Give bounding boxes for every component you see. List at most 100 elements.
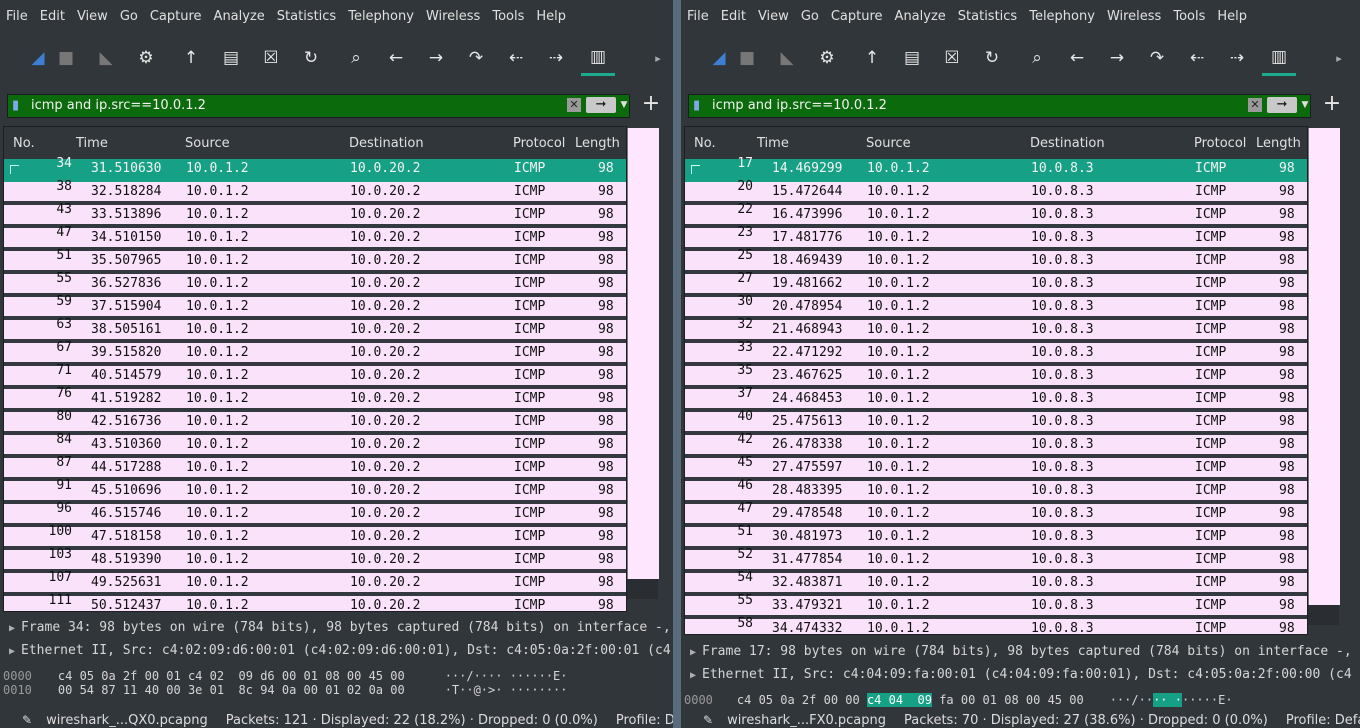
packet-row[interactable]: 84 43.510360 10.0.1.2 10.0.20.2 ICMP 98	[4, 432, 626, 458]
packet-row[interactable]: 47 34.510150 10.0.1.2 10.0.20.2 ICMP 98	[4, 225, 626, 251]
save-file-icon[interactable]: ▤	[895, 41, 929, 75]
options-gear-icon[interactable]: ⚙	[810, 41, 844, 75]
expand-arrow-icon[interactable]: ▶	[690, 647, 696, 658]
menu-capture[interactable]: Capture	[829, 9, 893, 24]
packet-row[interactable]: 33 22.471292 10.0.1.2 10.0.8.3 ICMP 98	[685, 340, 1307, 366]
column-header-length[interactable]: Length	[1256, 136, 1301, 151]
options-gear-icon[interactable]: ⚙	[129, 41, 163, 75]
find-icon[interactable]: ⌕	[1020, 41, 1054, 75]
find-icon[interactable]: ⌕	[339, 41, 373, 75]
packet-row[interactable]: 37 24.468453 10.0.1.2 10.0.8.3 ICMP 98	[685, 386, 1307, 412]
packet-row[interactable]: 103 48.519390 10.0.1.2 10.0.20.2 ICMP 98	[4, 547, 626, 573]
menu-wireless[interactable]: Wireless	[424, 9, 490, 24]
menu-telephony[interactable]: Telephony	[1027, 9, 1105, 24]
packet-row[interactable]: 46 28.483395 10.0.1.2 10.0.8.3 ICMP 98	[685, 478, 1307, 504]
menu-file[interactable]: File	[4, 9, 38, 24]
go-back-icon[interactable]: ←	[1060, 41, 1094, 75]
close-file-icon[interactable]: ☒	[254, 41, 288, 75]
packet-row[interactable]: 55 36.527836 10.0.1.2 10.0.20.2 ICMP 98	[4, 271, 626, 297]
filter-dropdown-icon[interactable]: ▼	[618, 98, 630, 112]
close-file-icon[interactable]: ☒	[935, 41, 969, 75]
display-filter-bar[interactable]: ▮ icmp and ip.src==10.0.1.2 ✕ ➞ ▼	[688, 94, 1311, 118]
hex-row[interactable]: 0010 00 54 87 11 40 00 3e 01 8c 94 0a 00 …	[3, 683, 568, 697]
packet-row[interactable]: 80 42.516736 10.0.1.2 10.0.20.2 ICMP 98	[4, 409, 626, 435]
capture-comment-icon[interactable]: ✎	[703, 713, 713, 727]
bookmark-icon[interactable]: ▮	[693, 98, 703, 113]
menu-statistics[interactable]: Statistics	[275, 9, 346, 24]
reload-file-icon[interactable]: ↻	[294, 41, 328, 75]
packet-row[interactable]: 45 27.475597 10.0.1.2 10.0.8.3 ICMP 98	[685, 455, 1307, 481]
packet-row[interactable]: 22 16.473996 10.0.1.2 10.0.8.3 ICMP 98	[685, 202, 1307, 228]
menu-wireless[interactable]: Wireless	[1105, 9, 1171, 24]
packet-row[interactable]: 40 25.475613 10.0.1.2 10.0.8.3 ICMP 98	[685, 409, 1307, 435]
expand-arrow-icon[interactable]: ▶	[9, 646, 15, 657]
go-forward-icon[interactable]: →	[419, 41, 453, 75]
column-header-destination[interactable]: Destination	[1030, 136, 1105, 151]
packet-row[interactable]: 51 30.481973 10.0.1.2 10.0.8.3 ICMP 98	[685, 524, 1307, 550]
filter-dropdown-icon[interactable]: ▼	[1299, 98, 1311, 112]
column-header-no[interactable]: No.	[13, 136, 35, 151]
packet-row[interactable]: 51 35.507965 10.0.1.2 10.0.20.2 ICMP 98	[4, 248, 626, 274]
last-packet-icon[interactable]: ⇢	[1220, 41, 1254, 75]
bookmark-icon[interactable]: ▮	[12, 98, 22, 113]
packet-row[interactable]: 23 17.481776 10.0.1.2 10.0.8.3 ICMP 98	[685, 225, 1307, 251]
packet-row[interactable]: 20 15.472644 10.0.1.2 10.0.8.3 ICMP 98	[685, 179, 1307, 205]
column-header-time[interactable]: Time	[757, 136, 789, 151]
menu-view[interactable]: View	[756, 9, 799, 24]
add-filter-button[interactable]: +	[1321, 92, 1343, 116]
last-packet-icon[interactable]: ⇢	[539, 41, 573, 75]
menu-view[interactable]: View	[75, 9, 118, 24]
autoscroll-icon[interactable]: ▥	[581, 41, 615, 76]
packet-row[interactable]: 43 33.513896 10.0.1.2 10.0.20.2 ICMP 98	[4, 202, 626, 228]
packet-row[interactable]: 30 20.478954 10.0.1.2 10.0.8.3 ICMP 98	[685, 294, 1307, 320]
detail-tree-row[interactable]: ▶ Frame 34: 98 bytes on wire (784 bits), …	[3, 620, 671, 635]
minimap-viewport[interactable]	[627, 579, 658, 599]
column-header-protocol[interactable]: Protocol	[1194, 136, 1246, 151]
menu-telephony[interactable]: Telephony	[346, 9, 424, 24]
detail-tree-row[interactable]: ▶ Ethernet II, Src: c4:02:09:d6:00:01 (c4…	[3, 643, 671, 658]
menu-edit[interactable]: Edit	[719, 9, 756, 24]
status-profile[interactable]: Profile: Default	[1286, 713, 1360, 728]
clear-filter-icon[interactable]: ✕	[1248, 98, 1262, 112]
column-header-destination[interactable]: Destination	[349, 136, 424, 151]
expand-arrow-icon[interactable]: ▶	[690, 670, 696, 681]
menu-tools[interactable]: Tools	[1171, 9, 1215, 24]
packet-row[interactable]: 58 34.474332 10.0.1.2 10.0.8.3 ICMP 98	[685, 616, 1307, 634]
restart-icon[interactable]: ◣	[89, 41, 123, 75]
hex-row[interactable]: 0000 c4 05 0a 2f 00 00 c4 04 09 fa 00 01 …	[684, 693, 1233, 707]
menu-help[interactable]: Help	[534, 9, 576, 24]
column-header-source[interactable]: Source	[866, 136, 911, 151]
packet-row[interactable]: 38 32.518284 10.0.1.2 10.0.20.2 ICMP 98	[4, 179, 626, 205]
go-to-packet-icon[interactable]: ↷	[459, 41, 493, 75]
menu-go[interactable]: Go	[118, 9, 148, 24]
packet-row[interactable]: 52 31.477854 10.0.1.2 10.0.8.3 ICMP 98	[685, 547, 1307, 573]
packet-row[interactable]: 107 49.525631 10.0.1.2 10.0.20.2 ICMP 98	[4, 570, 626, 596]
packet-row[interactable]: 47 29.478548 10.0.1.2 10.0.8.3 ICMP 98	[685, 501, 1307, 527]
menu-statistics[interactable]: Statistics	[956, 9, 1027, 24]
packet-row[interactable]: 96 46.515746 10.0.1.2 10.0.20.2 ICMP 98	[4, 501, 626, 527]
menu-tools[interactable]: Tools	[490, 9, 534, 24]
clear-filter-icon[interactable]: ✕	[567, 98, 581, 112]
go-forward-icon[interactable]: →	[1100, 41, 1134, 75]
go-to-packet-icon[interactable]: ↷	[1140, 41, 1174, 75]
column-header-source[interactable]: Source	[185, 136, 230, 151]
status-profile[interactable]: Profile: Default	[616, 713, 673, 728]
packet-list-minimap[interactable]	[627, 128, 659, 579]
packet-row[interactable]: 55 33.479321 10.0.1.2 10.0.8.3 ICMP 98	[685, 593, 1307, 619]
packet-list-minimap[interactable]	[1308, 128, 1340, 605]
column-header-length[interactable]: Length	[575, 136, 620, 151]
column-header-no[interactable]: No.	[694, 136, 716, 151]
display-filter-input[interactable]: icmp and ip.src==10.0.1.2	[31, 96, 206, 115]
save-file-icon[interactable]: ▤	[214, 41, 248, 75]
more-icon[interactable]: ▸	[641, 41, 673, 75]
column-header-protocol[interactable]: Protocol	[513, 136, 565, 151]
packet-row[interactable]: 34 31.510630 10.0.1.2 10.0.20.2 ICMP 98	[4, 156, 626, 182]
apply-filter-icon[interactable]: ➞	[1267, 97, 1297, 113]
packet-row[interactable]: 76 41.519282 10.0.1.2 10.0.20.2 ICMP 98	[4, 386, 626, 412]
autoscroll-icon[interactable]: ▥	[1262, 41, 1296, 76]
packet-row[interactable]: 25 18.469439 10.0.1.2 10.0.8.3 ICMP 98	[685, 248, 1307, 274]
capture-comment-icon[interactable]: ✎	[22, 713, 32, 727]
packet-row[interactable]: 35 23.467625 10.0.1.2 10.0.8.3 ICMP 98	[685, 363, 1307, 389]
first-packet-icon[interactable]: ⇠	[499, 41, 533, 75]
open-file-icon[interactable]: ↑	[855, 41, 889, 75]
